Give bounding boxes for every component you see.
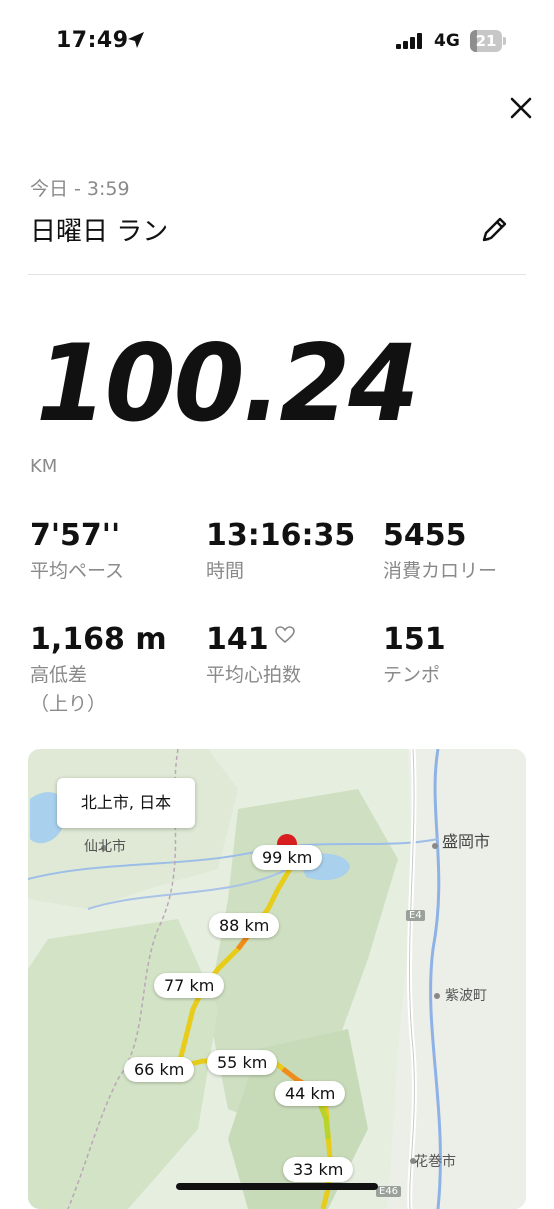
stat-cadence: 151 テンポ — [383, 622, 446, 690]
status-time: 17:49 — [56, 28, 129, 53]
stat-heart-rate: 141 平均心拍数 — [206, 622, 301, 690]
map-place-label: 仙北市 — [84, 839, 126, 855]
stat-average-pace: 7'57'' 平均ペース — [30, 518, 124, 586]
map-place-label: 紫波町 — [445, 988, 487, 1004]
distance-unit: KM — [30, 456, 58, 477]
stat-label: テンポ — [383, 664, 441, 686]
stat-value: 5455 — [383, 518, 467, 553]
distance-value: 100.24 — [36, 322, 419, 445]
km-marker: 99 km — [252, 845, 323, 870]
stat-value: 151 — [383, 622, 446, 657]
battery-icon: 21 — [470, 30, 506, 52]
stat-value: 7'57'' — [30, 518, 121, 553]
stat-time: 13:16:35 時間 — [206, 518, 355, 586]
map-road-label: E4 — [406, 910, 425, 921]
stat-elevation-gain: 1,168 m 高低差 （上り） — [30, 622, 167, 719]
map-place-label: 花巻市 — [414, 1154, 456, 1170]
signal-icon — [396, 33, 422, 49]
map-road-label: E46 — [376, 1186, 402, 1197]
stat-label: 平均心拍数 — [206, 664, 302, 686]
km-marker: 77 km — [154, 973, 225, 998]
home-indicator[interactable] — [176, 1183, 378, 1190]
stat-value: 141 — [206, 622, 269, 657]
stat-calories: 5455 消費カロリー — [383, 518, 497, 586]
stat-label: 消費カロリー — [383, 560, 498, 582]
heart-icon — [274, 625, 295, 643]
stat-value: 13:16:35 — [206, 518, 356, 553]
activity-date: 今日 - 3:59 — [30, 178, 130, 200]
divider — [28, 274, 526, 275]
location-arrow-icon — [128, 32, 144, 48]
stat-label-sub: （上り） — [30, 693, 107, 715]
battery-level: 21 — [475, 32, 497, 50]
stat-value: 1,168 m — [30, 622, 167, 657]
stat-label: 平均ペース — [30, 560, 125, 582]
activity-title: 日曜日 ラン — [30, 217, 169, 247]
network-type: 4G — [434, 31, 460, 51]
location-callout: 北上市, 日本 — [57, 778, 195, 828]
stat-label: 高低差 — [30, 664, 88, 686]
map-place-label: 盛岡市 — [442, 832, 491, 851]
km-marker: 44 km — [275, 1081, 346, 1106]
km-marker: 55 km — [207, 1050, 278, 1075]
km-marker: 66 km — [124, 1057, 195, 1082]
stat-label: 時間 — [206, 560, 245, 582]
pencil-icon[interactable] — [478, 212, 512, 246]
km-marker: 88 km — [209, 913, 280, 938]
status-bar: 17:49 4G 21 — [0, 0, 554, 84]
km-marker: 33 km — [283, 1157, 354, 1182]
close-icon[interactable] — [505, 92, 537, 124]
